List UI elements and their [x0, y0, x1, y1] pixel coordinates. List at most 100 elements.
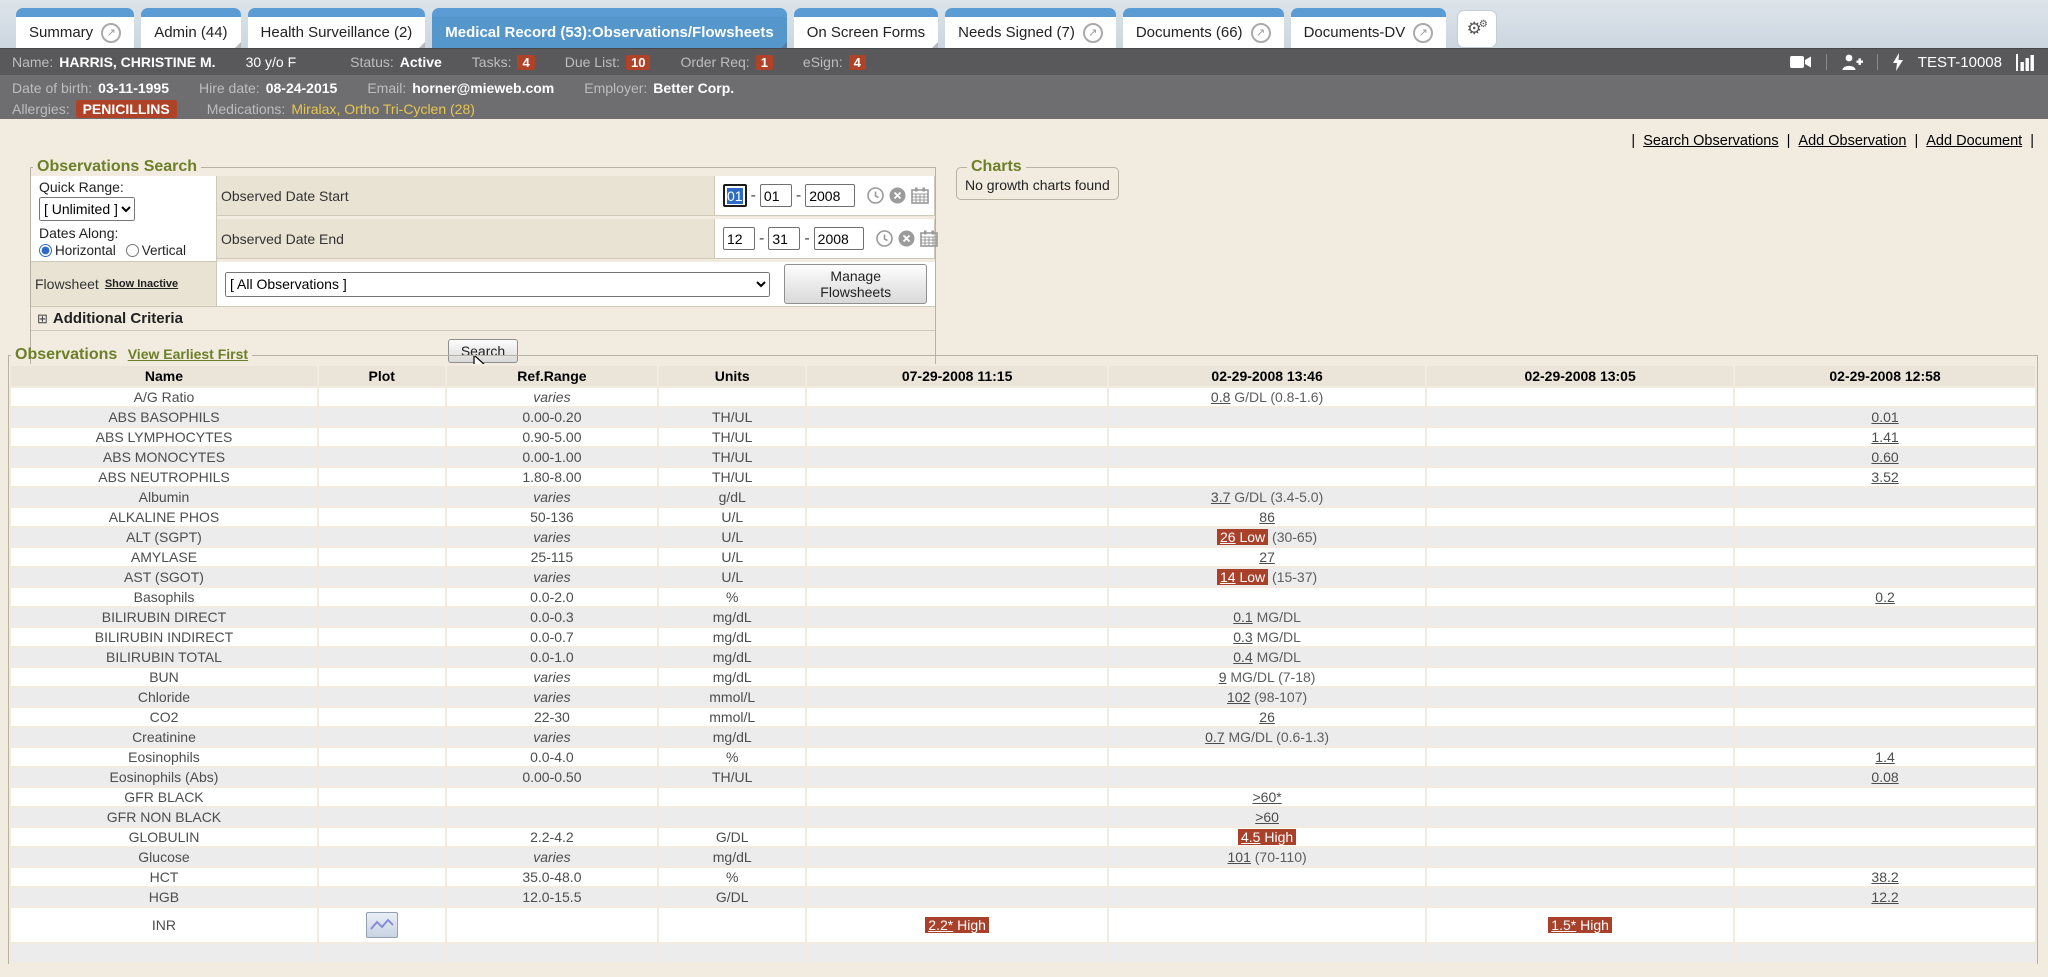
tab-documents-66[interactable]: Documents (66)↗	[1123, 8, 1284, 48]
observation-value-link[interactable]: 0.2	[1875, 589, 1894, 605]
obs-name: Glucose	[11, 848, 317, 866]
observation-value-link[interactable]: 4.5	[1241, 829, 1260, 845]
clear-date-icon[interactable]	[898, 230, 915, 247]
calendar-icon[interactable]	[920, 230, 938, 247]
date-start-month-input[interactable]: 01	[723, 184, 747, 207]
tab-documents-dv[interactable]: Documents-DV↗	[1291, 8, 1447, 48]
obs-name: INR	[11, 908, 317, 942]
observation-value-link[interactable]: 2.2*	[928, 917, 953, 933]
manage-flowsheets-button[interactable]: Manage Flowsheets	[784, 264, 927, 304]
view-earliest-first-link[interactable]: View Earliest First	[128, 346, 248, 362]
obs-ref-range: 35.0-48.0	[447, 868, 658, 886]
obs-value-cell	[807, 868, 1107, 886]
due-list-count-badge[interactable]: 10	[626, 55, 650, 70]
observation-value-link[interactable]: 3.52	[1871, 469, 1898, 485]
calendar-icon[interactable]	[911, 187, 929, 204]
name-label: Name:	[12, 54, 53, 70]
observation-value-link[interactable]: 86	[1259, 509, 1275, 525]
external-link-icon[interactable]: ↗	[1251, 23, 1271, 43]
dates-along-option-vertical[interactable]: Vertical	[126, 243, 186, 258]
date-end-month-input[interactable]	[723, 227, 755, 250]
observation-value-link[interactable]: 0.01	[1871, 409, 1898, 425]
observation-value-link[interactable]: 0.7	[1205, 729, 1224, 745]
observation-value-link[interactable]: 0.60	[1871, 449, 1898, 465]
add-observation-link[interactable]: Add Observation	[1798, 133, 1906, 149]
radio-vertical[interactable]	[126, 244, 139, 257]
observation-value-link[interactable]: 1.5*	[1551, 917, 1576, 933]
observation-value-link[interactable]: >60	[1255, 809, 1279, 825]
additional-criteria-toggle[interactable]: ⊞ Additional Criteria	[31, 307, 935, 331]
observation-value-link[interactable]: 38.2	[1871, 869, 1898, 885]
allergy-badge[interactable]: PENICILLINS	[76, 100, 177, 118]
time-icon[interactable]	[876, 230, 893, 247]
video-call-icon[interactable]	[1790, 55, 1812, 69]
add-person-icon[interactable]	[1841, 54, 1863, 70]
charts-panel: Charts No growth charts found	[956, 158, 1119, 200]
tab-needs-signed-7[interactable]: Needs Signed (7)↗	[945, 8, 1116, 48]
external-link-icon[interactable]: ↗	[1413, 23, 1433, 43]
observation-value-link[interactable]: 0.8	[1211, 389, 1230, 405]
observation-value-link[interactable]: 12.2	[1871, 889, 1898, 905]
radio-horizontal[interactable]	[39, 244, 52, 257]
table-row: Eosinophils0.0-4.0%1.4	[11, 748, 2035, 766]
obs-units: mg/dL	[659, 728, 805, 746]
obs-value-cell	[1427, 508, 1733, 526]
observation-value-link[interactable]: 1.4	[1875, 749, 1894, 765]
flowsheet-select[interactable]: [ All Observations ]	[225, 272, 770, 297]
show-inactive-link[interactable]: Show Inactive	[105, 278, 178, 290]
date-start-day-input[interactable]	[760, 184, 792, 207]
observation-value-link[interactable]: 26	[1220, 529, 1236, 545]
chart-stats-icon[interactable]	[2016, 54, 2036, 71]
lightning-icon[interactable]	[1892, 53, 1904, 71]
obs-value-cell: 1.5* High	[1427, 908, 1733, 942]
plot-sparkline-icon[interactable]	[366, 912, 398, 938]
external-link-icon[interactable]: ↗	[1083, 23, 1103, 43]
observation-value-link[interactable]: 0.3	[1233, 629, 1252, 645]
quick-range-select[interactable]: [ Unlimited ]	[39, 197, 135, 221]
obs-value-cell	[1109, 448, 1425, 466]
status-label: Status:	[350, 54, 394, 70]
order-req-count-badge[interactable]: 1	[756, 55, 773, 70]
observation-value-link[interactable]: 101	[1228, 849, 1251, 865]
add-document-link[interactable]: Add Document	[1926, 133, 2022, 149]
obs-units: %	[659, 588, 805, 606]
observation-value-link[interactable]: 26	[1259, 709, 1275, 725]
dates-along-option-horizontal[interactable]: Horizontal	[39, 243, 116, 258]
observation-value-link[interactable]: 3.7	[1211, 489, 1230, 505]
observation-value-link[interactable]: 0.1	[1233, 609, 1252, 625]
time-icon[interactable]	[867, 187, 884, 204]
tab-on-screen-forms[interactable]: On Screen Forms	[794, 8, 938, 48]
esign-count-badge[interactable]: 4	[849, 55, 866, 70]
observation-value-link[interactable]: 102	[1227, 689, 1250, 705]
obs-plot-cell	[319, 408, 445, 426]
obs-ref-range: 0.00-0.50	[447, 768, 658, 786]
obs-value-cell	[807, 608, 1107, 626]
table-row: INR2.2* High1.5* High	[11, 908, 2035, 942]
tab-medical-record-53-observations-flowsheets[interactable]: Medical Record (53):Observations/Flowshe…	[432, 8, 786, 48]
obs-value-cell	[1109, 408, 1425, 426]
tab-settings-button[interactable]: ⚙⚙	[1457, 10, 1497, 48]
date-end-year-input[interactable]	[814, 227, 864, 250]
search-observations-link[interactable]: Search Observations	[1643, 133, 1778, 149]
obs-ref-range: varies	[447, 668, 658, 686]
observation-value-link[interactable]: 14	[1220, 569, 1236, 585]
medication-link[interactable]: Ortho Tri-Cyclen (28)	[344, 101, 475, 117]
observation-value-link[interactable]: 1.41	[1871, 429, 1898, 445]
tab-health-surveillance-2[interactable]: Health Surveillance (2)	[248, 8, 426, 48]
observation-value-link[interactable]: 27	[1259, 549, 1275, 565]
tab-admin-44[interactable]: Admin (44)	[141, 8, 240, 48]
obs-value-cell	[1427, 868, 1733, 886]
obs-name: ALT (SGPT)	[11, 528, 317, 546]
tab-summary[interactable]: Summary↗	[16, 8, 134, 48]
observation-value-link[interactable]: >60*	[1252, 789, 1281, 805]
obs-name: AST (SGOT)	[11, 568, 317, 586]
clear-date-icon[interactable]	[889, 187, 906, 204]
observation-value-link[interactable]: 9	[1219, 669, 1227, 685]
medication-link[interactable]: Miralax	[291, 101, 336, 117]
date-start-year-input[interactable]	[805, 184, 855, 207]
observation-value-link[interactable]: 0.4	[1233, 649, 1252, 665]
date-end-day-input[interactable]	[768, 227, 800, 250]
external-link-icon[interactable]: ↗	[101, 23, 121, 43]
tasks-count-badge[interactable]: 4	[517, 55, 534, 70]
observation-value-link[interactable]: 0.08	[1871, 769, 1898, 785]
